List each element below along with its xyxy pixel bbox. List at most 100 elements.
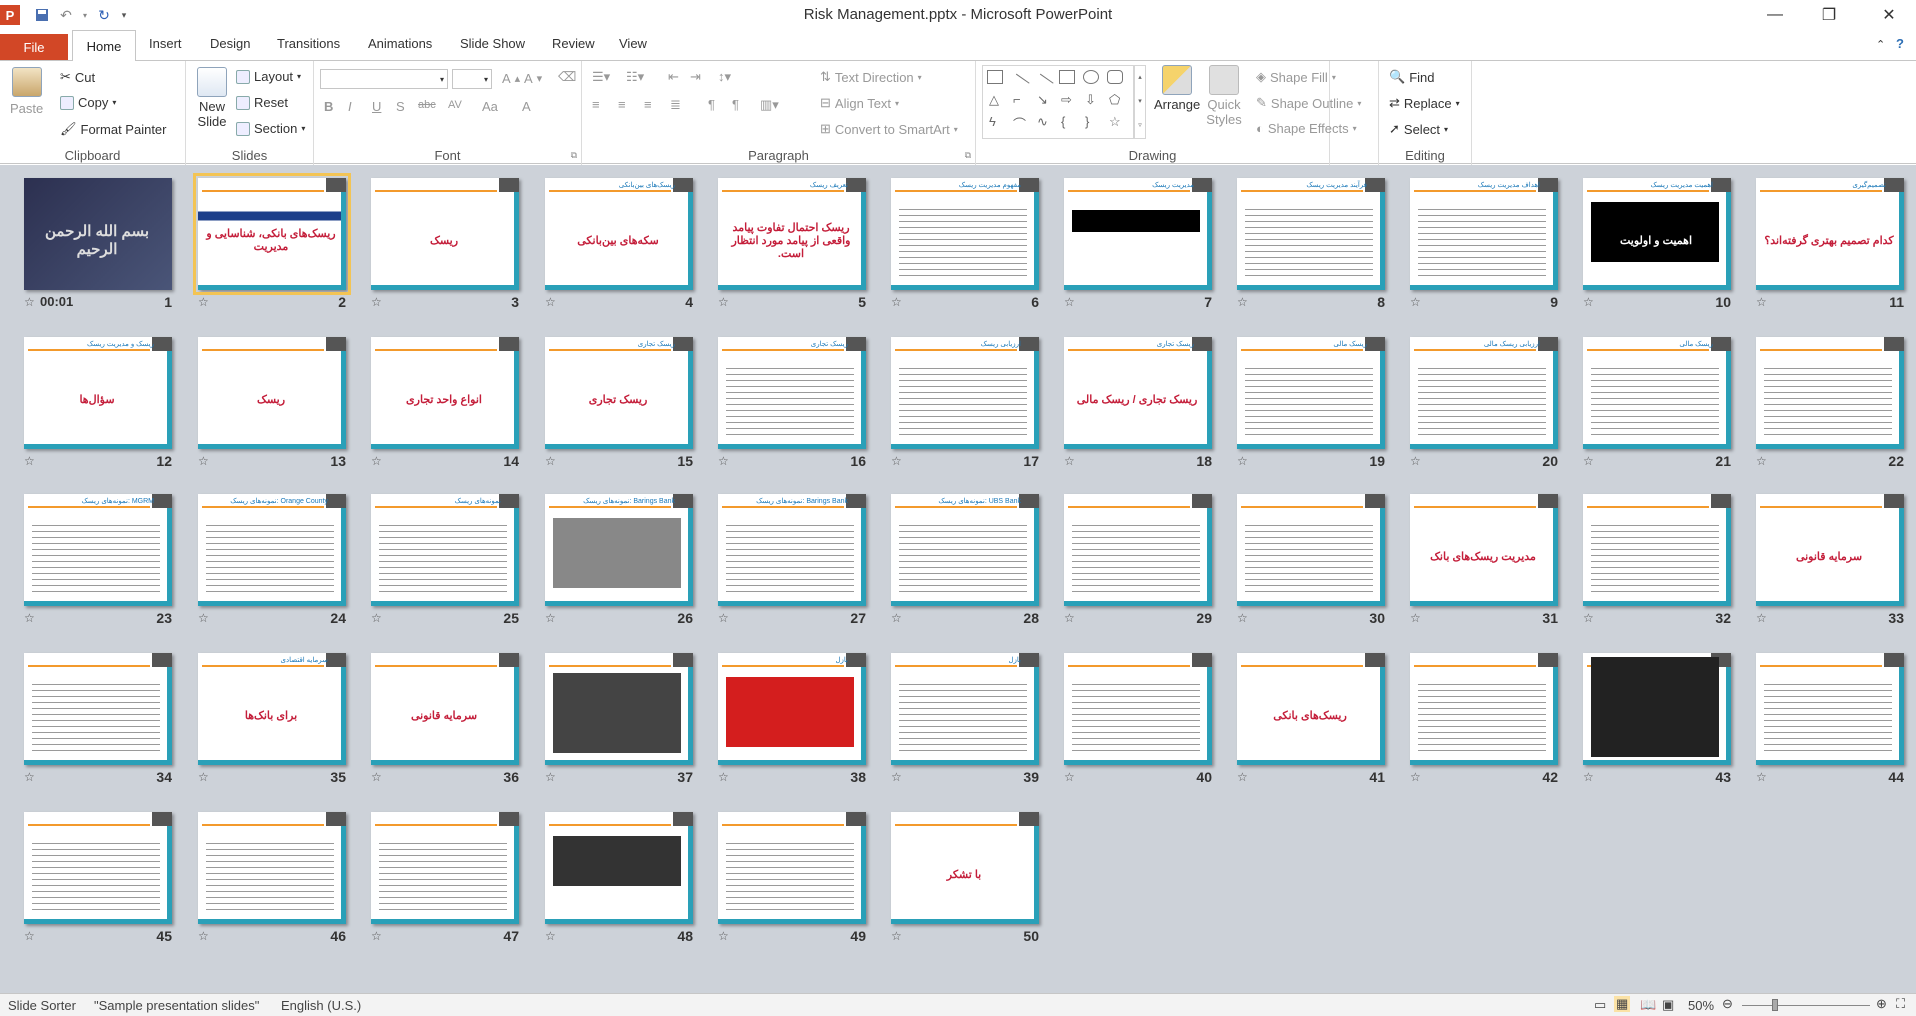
columns-icon[interactable]: ▥▾ (760, 97, 779, 113)
slide-thumbnail-1[interactable]: بسم الله الرحمن الرحيم (24, 178, 172, 290)
copy-button[interactable]: Copy ▾ (60, 95, 116, 110)
slide-thumbnail-37[interactable] (545, 653, 693, 765)
slide-thumbnail-28[interactable]: نمونه‌های ریسک: UBS Bank (891, 494, 1039, 606)
arc-shape-icon[interactable]: ⌒ (1013, 114, 1026, 133)
transition-star-icon[interactable]: ☆ (1064, 611, 1075, 625)
format-painter-button[interactable]: 🖌 Format Painter (60, 121, 167, 137)
transition-star-icon[interactable]: ☆ (371, 454, 382, 468)
shape-fill-button[interactable]: ◈ Shape Fill ▾ (1256, 69, 1336, 85)
italic-button[interactable]: I (348, 99, 352, 114)
normal-view-icon[interactable]: ▭ (1594, 997, 1606, 1013)
underline-button[interactable]: U (372, 99, 381, 114)
rounded-rect-shape-icon[interactable] (1107, 70, 1123, 84)
slide-thumbnail-32[interactable] (1583, 494, 1731, 606)
layout-button[interactable]: Layout ▾ (236, 69, 301, 84)
oval-shape-icon[interactable] (1083, 70, 1099, 84)
slide-thumbnail-45[interactable] (24, 812, 172, 924)
transition-star-icon[interactable]: ☆ (718, 929, 729, 943)
fit-to-window-icon[interactable]: ⛶ (1896, 996, 1905, 1012)
transition-star-icon[interactable]: ☆ (718, 611, 729, 625)
star-shape-icon[interactable]: ☆ (1109, 114, 1121, 130)
lightning-shape-icon[interactable]: ϟ (989, 114, 996, 129)
transition-star-icon[interactable]: ☆ (1237, 611, 1248, 625)
minimize-button[interactable]: — (1752, 0, 1798, 30)
zoom-slider[interactable] (1742, 999, 1870, 1011)
transition-star-icon[interactable]: ☆ (1583, 295, 1594, 309)
slide-thumbnail-6[interactable]: مفهوم مدیریت ریسک (891, 178, 1039, 290)
slide-thumbnail-43[interactable] (1583, 653, 1731, 765)
theme-name[interactable]: "Sample presentation slides" (94, 998, 259, 1013)
slide-thumbnail-50[interactable]: با تشکر (891, 812, 1039, 924)
zoom-level[interactable]: 50% (1688, 998, 1714, 1013)
shape-effects-button[interactable]: ◐ Shape Effects ▾ (1256, 121, 1357, 136)
transition-star-icon[interactable]: ☆ (545, 611, 556, 625)
triangle-shape-icon[interactable]: △ (989, 92, 999, 108)
decrease-indent-icon[interactable]: ⇤ (668, 69, 679, 85)
shape-outline-button[interactable]: ✎ Shape Outline ▾ (1256, 95, 1361, 111)
transition-star-icon[interactable]: ☆ (198, 929, 209, 943)
down-arrow-shape-icon[interactable]: ⇩ (1085, 92, 1096, 108)
slide-thumbnail-29[interactable] (1064, 494, 1212, 606)
slide-thumbnail-12[interactable]: ریسک و مدیریت ریسک سؤال‌ها (24, 337, 172, 449)
transition-star-icon[interactable]: ☆ (891, 454, 902, 468)
bold-button[interactable]: B (324, 99, 333, 114)
slide-thumbnail-10[interactable]: اهمیت مدیریت ریسک اهمیت و اولویت (1583, 178, 1731, 290)
cut-button[interactable]: ✂ Cut (60, 69, 95, 85)
select-button[interactable]: ➚ Select ▾ (1389, 121, 1448, 137)
transition-star-icon[interactable]: ☆ (1756, 770, 1767, 784)
transition-star-icon[interactable]: ☆ (545, 929, 556, 943)
transition-star-icon[interactable]: ☆ (198, 295, 209, 309)
transition-star-icon[interactable]: ☆ (1756, 295, 1767, 309)
justify-icon[interactable]: ≣ (670, 97, 681, 113)
transition-star-icon[interactable]: ☆ (1237, 295, 1248, 309)
transition-star-icon[interactable]: ☆ (1583, 611, 1594, 625)
transition-star-icon[interactable]: ☆ (891, 295, 902, 309)
transition-star-icon[interactable]: ☆ (24, 929, 35, 943)
brace-right-icon[interactable]: } (1085, 114, 1089, 129)
slide-thumbnail-47[interactable] (371, 812, 519, 924)
transition-star-icon[interactable]: ☆ (371, 611, 382, 625)
slide-thumbnail-7[interactable]: مدیریت ریسک تعریف توسط اهداف (1064, 178, 1212, 290)
tab-file[interactable]: File (0, 34, 68, 60)
restore-button[interactable]: ❐ (1806, 0, 1852, 30)
transition-star-icon[interactable]: ☆ (891, 611, 902, 625)
slide-thumbnail-2[interactable]: ریسک‌های بانکی، شناسایی و مدیریت (193, 173, 351, 295)
slide-sorter-view-icon[interactable]: ▦ (1614, 996, 1631, 1012)
slide-thumbnail-38[interactable]: بازل (718, 653, 866, 765)
slide-thumbnail-35[interactable]: سرمایه اقتصادی برای بانک‌ها (198, 653, 346, 765)
slide-thumbnail-25[interactable]: نمونه‌های ریسک (371, 494, 519, 606)
transition-star-icon[interactable]: ☆ (1410, 454, 1421, 468)
transition-star-icon[interactable]: ☆ (891, 929, 902, 943)
slide-sorter-pane[interactable]: بسم الله الرحمن الرحيم ☆ 00:01 1 ریسک‌های با… (0, 165, 1916, 993)
slide-thumbnail-31[interactable]: مدیریت ریسک‌های بانک (1410, 494, 1558, 606)
transition-star-icon[interactable]: ☆ (198, 770, 209, 784)
slide-thumbnail-41[interactable]: ریسک‌های بانکی (1237, 653, 1385, 765)
font-size-combo[interactable]: ▾ (452, 69, 492, 89)
numbering-icon[interactable]: ☷▾ (626, 69, 644, 85)
shapes-scroll[interactable]: ▴ ▾ ▿ (1134, 65, 1146, 139)
slide-thumbnail-18[interactable]: ریسک تجاری ریسک تجاری / ریسک مالی (1064, 337, 1212, 449)
grow-font-button[interactable]: A ▴ (502, 71, 520, 86)
align-center-icon[interactable]: ≡ (618, 97, 626, 112)
right-arrow-shape-icon[interactable]: ⇨ (1061, 92, 1072, 108)
transition-star-icon[interactable]: ☆ (1410, 611, 1421, 625)
transition-star-icon[interactable]: ☆ (545, 770, 556, 784)
slide-thumbnail-8[interactable]: فرآیند مدیریت ریسک (1237, 178, 1385, 290)
slide-thumbnail-3[interactable]: ریسک (371, 178, 519, 290)
slide-thumbnail-39[interactable]: بازل (891, 653, 1039, 765)
section-button[interactable]: Section ▾ (236, 121, 305, 136)
pentagon-shape-icon[interactable]: ⬠ (1109, 92, 1120, 108)
transition-star-icon[interactable]: ☆ (1756, 454, 1767, 468)
tab-slide-show[interactable]: Slide Show (460, 36, 525, 51)
slide-thumbnail-21[interactable]: ریسک مالی (1583, 337, 1731, 449)
align-left-icon[interactable]: ≡ (592, 97, 600, 112)
transition-star-icon[interactable]: ☆ (1410, 295, 1421, 309)
convert-smartart-button[interactable]: ⊞ Convert to SmartArt ▾ (820, 121, 958, 137)
slide-thumbnail-19[interactable]: ریسک مالی (1237, 337, 1385, 449)
new-slide-button[interactable]: New Slide (194, 67, 230, 129)
square-shape-icon[interactable] (1059, 70, 1075, 84)
transition-star-icon[interactable]: ☆ (1410, 770, 1421, 784)
slide-thumbnail-34[interactable] (24, 653, 172, 765)
font-color-button[interactable]: A (522, 99, 531, 114)
transition-star-icon[interactable]: ☆ (1064, 454, 1075, 468)
